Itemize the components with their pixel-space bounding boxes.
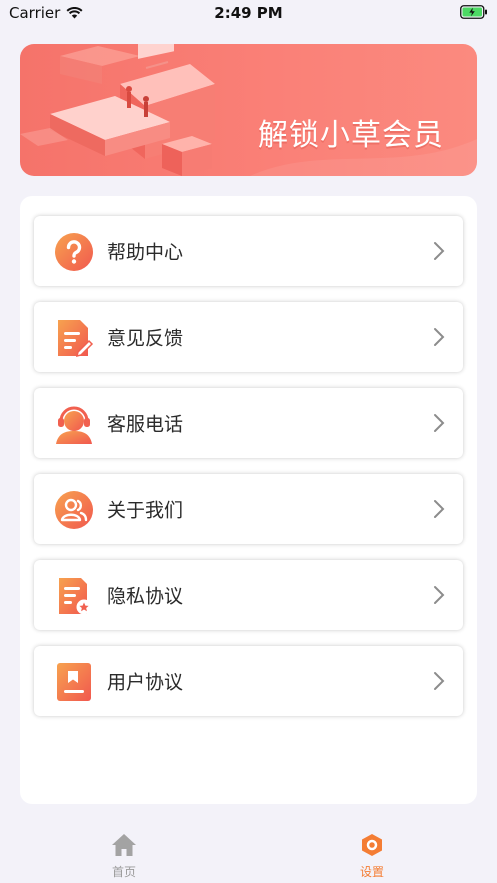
tab-settings[interactable]: 设置 bbox=[342, 833, 402, 880]
clock: 2:49 PM bbox=[214, 4, 283, 22]
tab-settings-label: 设置 bbox=[359, 865, 384, 879]
menu-item-privacy-policy[interactable]: 隐私协议 bbox=[34, 560, 463, 630]
menu-item-label: 意见反馈 bbox=[107, 327, 184, 350]
question-circle-icon bbox=[55, 233, 93, 271]
chevron-right-icon bbox=[434, 242, 445, 260]
customer-service-headset-icon bbox=[56, 406, 92, 444]
tab-home-label: 首页 bbox=[111, 865, 136, 879]
menu-item-about-us[interactable]: 关于我们 bbox=[34, 474, 463, 544]
privacy-document-icon bbox=[59, 578, 92, 615]
menu-item-label: 用户协议 bbox=[107, 671, 184, 694]
home-icon bbox=[112, 834, 136, 856]
menu-item-label: 客服电话 bbox=[107, 413, 184, 436]
membership-banner[interactable]: 解锁小草会员 bbox=[20, 44, 477, 176]
chevron-right-icon bbox=[434, 500, 445, 518]
chevron-right-icon bbox=[434, 328, 445, 346]
tab-home[interactable]: 首页 bbox=[94, 833, 154, 880]
battery-charging-icon bbox=[460, 5, 487, 19]
menu-item-help-center[interactable]: 帮助中心 bbox=[34, 216, 463, 286]
menu-item-label: 隐私协议 bbox=[107, 585, 184, 608]
chevron-right-icon bbox=[434, 414, 445, 432]
status-bar: Carrier 2:49 PM bbox=[0, 0, 497, 26]
menu-item-label: 关于我们 bbox=[107, 499, 184, 522]
settings-menu-card: 帮助中心 意见反馈 客服电话 关于我们 隐私协议 用户协议 bbox=[20, 196, 477, 804]
banner-title: 解锁小草会员 bbox=[258, 118, 444, 153]
chevron-right-icon bbox=[434, 586, 445, 604]
feedback-document-icon bbox=[58, 320, 94, 358]
menu-item-user-agreement[interactable]: 用户协议 bbox=[34, 646, 463, 716]
menu-item-label: 帮助中心 bbox=[107, 241, 184, 264]
menu-item-feedback[interactable]: 意见反馈 bbox=[34, 302, 463, 372]
settings-hexagon-icon bbox=[362, 834, 382, 856]
tab-bar: 首页 设置 bbox=[0, 827, 497, 883]
user-agreement-book-icon bbox=[57, 663, 91, 701]
chevron-right-icon bbox=[434, 672, 445, 690]
users-circle-icon bbox=[55, 491, 93, 529]
menu-item-customer-service[interactable]: 客服电话 bbox=[34, 388, 463, 458]
